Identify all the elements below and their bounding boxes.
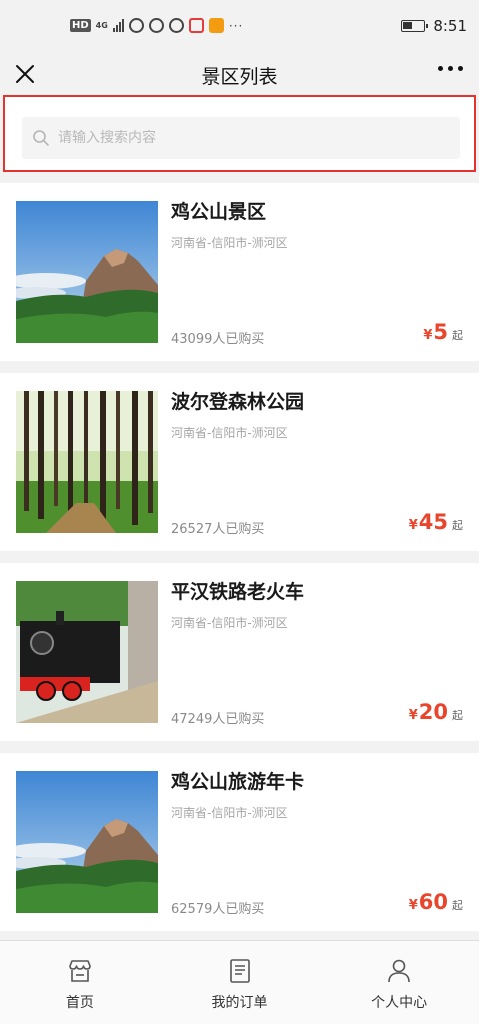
- battery-icon: [401, 20, 429, 32]
- list-item[interactable]: 平汉铁路老火车 河南省-信阳市-浉河区 47249人已购买 ¥ 20 起: [0, 563, 479, 741]
- spot-thumbnail: [16, 391, 158, 533]
- search-box[interactable]: [22, 117, 460, 159]
- price: ¥ 20 起: [409, 700, 463, 724]
- tab-home[interactable]: 首页: [0, 941, 160, 1024]
- list-item[interactable]: 波尔登森林公园 河南省-信阳市-浉河区 26527人已购买 ¥ 45 起: [0, 373, 479, 551]
- spot-thumbnail: [16, 771, 158, 913]
- clock: 8:51: [433, 17, 467, 35]
- spot-name: 波尔登森林公园: [171, 391, 305, 413]
- price-unit: 起: [452, 519, 463, 532]
- heart-notification-icon: [148, 18, 164, 33]
- tab-orders[interactable]: 我的订单: [160, 941, 320, 1024]
- sold-count: 47249人已购买: [171, 712, 265, 727]
- search-section: [3, 95, 476, 172]
- hd-badge: HD: [70, 19, 91, 32]
- search-icon: [33, 130, 49, 146]
- spot-location: 河南省-信阳市-浉河区: [171, 236, 288, 250]
- price-value: 45: [418, 510, 448, 534]
- app-notification-icon: [188, 18, 204, 33]
- price-value: 5: [433, 320, 448, 344]
- sold-count: 43099人已购买: [171, 332, 265, 347]
- order-list-icon: [229, 959, 250, 983]
- spot-thumbnail: [16, 201, 158, 343]
- list-item[interactable]: 鸡公山旅游年卡 河南省-信阳市-浉河区 62579人已购买 ¥ 60 起: [0, 753, 479, 931]
- price: ¥ 45 起: [409, 510, 463, 534]
- navigation-bar: 景区列表: [0, 56, 479, 94]
- app-notification-icon: [168, 18, 184, 33]
- spot-location: 河南省-信阳市-浉河区: [171, 426, 288, 440]
- tab-label: 首页: [65, 995, 94, 1011]
- price-value: 20: [418, 700, 448, 724]
- more-dots-icon[interactable]: [438, 66, 463, 71]
- spot-name: 鸡公山旅游年卡: [171, 771, 305, 793]
- sold-count: 26527人已购买: [171, 522, 265, 537]
- price-unit: 起: [452, 329, 463, 342]
- spot-name: 平汉铁路老火车: [171, 581, 305, 603]
- more-notifications-icon: ···: [228, 18, 244, 33]
- price: ¥ 5 起: [423, 320, 463, 344]
- app-notification-icon: [208, 18, 224, 33]
- price: ¥ 60 起: [409, 890, 463, 914]
- status-bar: HD 4G ··· 8:51: [0, 0, 479, 56]
- network-type: 4G: [95, 20, 108, 30]
- spot-location: 河南省-信阳市-浉河区: [171, 616, 288, 630]
- sold-count: 62579人已购买: [171, 902, 265, 917]
- spot-thumbnail: [16, 581, 158, 723]
- price-unit: 起: [452, 709, 463, 722]
- tab-profile[interactable]: 个人中心: [319, 941, 479, 1024]
- bottom-tab-bar: 首页 我的订单 个人中心: [0, 940, 479, 1024]
- currency-symbol: ¥: [408, 708, 418, 723]
- spot-location: 河南省-信阳市-浉河区: [171, 806, 288, 820]
- spot-name: 鸡公山景区: [171, 201, 267, 223]
- signal-icon: [112, 19, 124, 32]
- user-icon: [388, 959, 410, 983]
- tab-label: 我的订单: [211, 995, 268, 1011]
- price-unit: 起: [452, 899, 463, 912]
- status-icons-right: 8:51: [401, 17, 467, 35]
- app-notification-icon: [128, 18, 144, 33]
- page-title: 景区列表: [201, 66, 278, 88]
- currency-symbol: ¥: [408, 898, 418, 913]
- search-input[interactable]: [58, 117, 448, 159]
- price-value: 60: [418, 890, 448, 914]
- shop-icon: [69, 960, 91, 982]
- tab-label: 个人中心: [371, 995, 428, 1011]
- currency-symbol: ¥: [408, 518, 418, 533]
- list-item[interactable]: 鸡公山景区 河南省-信阳市-浉河区 43099人已购买 ¥ 5 起: [0, 183, 479, 361]
- currency-symbol: ¥: [423, 328, 433, 343]
- status-icons-left: HD 4G ···: [70, 18, 243, 33]
